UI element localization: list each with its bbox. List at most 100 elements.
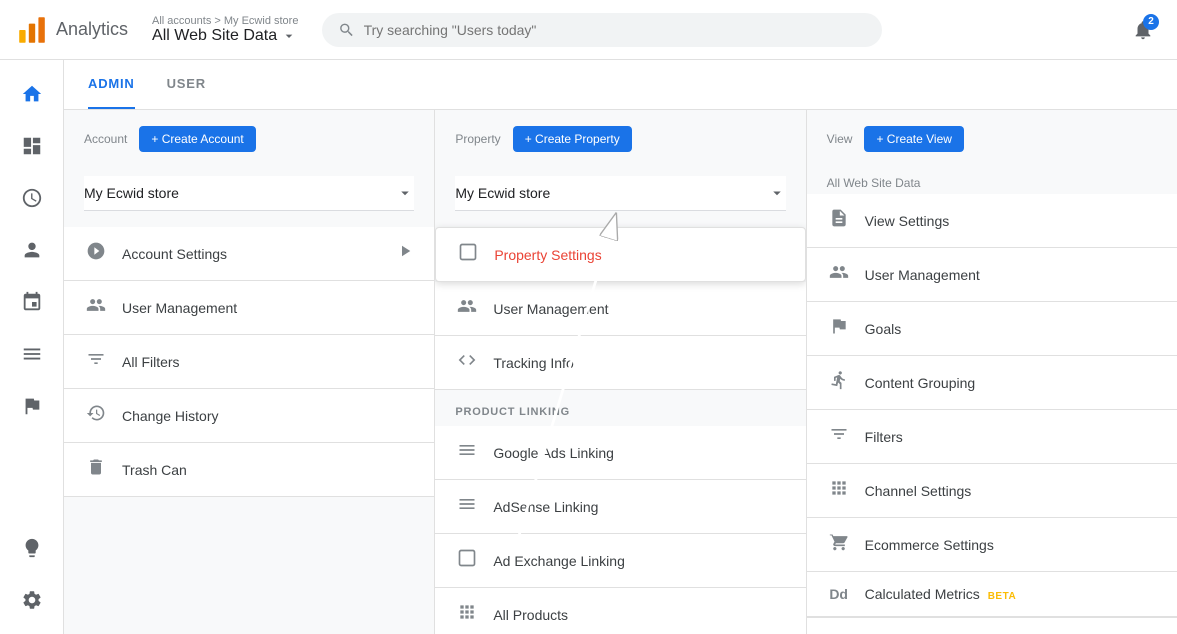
ad-exchange-label: Ad Exchange Linking [493, 553, 785, 569]
google-ads-label: Google Ads Linking [493, 445, 785, 461]
property-dropdown[interactable]: My Ecwid store [455, 176, 785, 211]
topbar-right: 2 [1125, 12, 1161, 48]
list-item[interactable]: AdSense Linking [435, 480, 805, 534]
sidebar-item-flag[interactable] [8, 382, 56, 430]
main-layout: ADMIN USER Account + Create Account My E… [0, 60, 1177, 634]
property-column-header: Property + Create Property [435, 110, 805, 168]
trash-can-icon [84, 457, 108, 482]
list-item[interactable]: Property Settings [435, 227, 805, 282]
account-settings-label: Account Settings [122, 246, 382, 262]
sidebar-item-lightbulb[interactable] [8, 524, 56, 572]
tracking-info-label: Tracking Info [493, 355, 785, 371]
notification-button[interactable]: 2 [1125, 12, 1161, 48]
list-item[interactable]: User Management [807, 248, 1177, 302]
notification-badge: 2 [1143, 14, 1159, 30]
account-list: Account Settings User Management [64, 227, 434, 497]
property-settings-icon [456, 242, 480, 267]
channel-settings-label: Channel Settings [865, 483, 1157, 499]
list-item[interactable]: Trash Can [64, 443, 434, 497]
account-dropdown-arrow-icon [396, 184, 414, 202]
personal-tools-header: PERSONAL TOOLS & ASSETS [807, 617, 1177, 634]
search-input[interactable] [364, 22, 867, 38]
main-content: ADMIN USER Account + Create Account My E… [64, 60, 1177, 634]
sidebar-item-conversions[interactable] [8, 278, 56, 326]
list-item[interactable]: All Products [435, 588, 805, 634]
list-item[interactable]: Tracking Info [435, 336, 805, 390]
list-item[interactable]: Filters [807, 410, 1177, 464]
all-products-label: All Products [493, 607, 785, 623]
channel-settings-icon [827, 478, 851, 503]
sidebar-item-settings[interactable] [8, 576, 56, 624]
create-property-button[interactable]: + Create Property [513, 126, 632, 152]
account-breadcrumb: All accounts > My Ecwid store [152, 15, 298, 27]
sidebar [0, 60, 64, 634]
sidebar-item-list[interactable] [8, 330, 56, 378]
list-item[interactable]: Goals [807, 302, 1177, 356]
ecommerce-settings-label: Ecommerce Settings [865, 537, 1157, 553]
content-grouping-label: Content Grouping [865, 375, 1157, 391]
search-icon [338, 21, 355, 39]
beta-badge: BETA [988, 591, 1016, 602]
property-settings-label: Property Settings [494, 247, 784, 263]
property-label: Property [455, 132, 500, 146]
list-item[interactable]: Content Grouping [807, 356, 1177, 410]
list-item[interactable]: View Settings [807, 194, 1177, 248]
account-settings-arrow-icon [396, 242, 414, 265]
tab-admin[interactable]: ADMIN [88, 60, 135, 109]
view-column-header: View + Create View [807, 110, 1177, 168]
list-item[interactable]: Ecommerce Settings [807, 518, 1177, 572]
goals-label: Goals [865, 321, 1157, 337]
account-selector[interactable]: All accounts > My Ecwid store All Web Si… [152, 15, 298, 45]
sidebar-item-user[interactable] [8, 226, 56, 274]
sidebar-item-clock[interactable] [8, 174, 56, 222]
view-selector-text: All Web Site Data [807, 168, 1177, 194]
trash-can-label: Trash Can [122, 462, 414, 478]
sidebar-item-home[interactable] [8, 70, 56, 118]
view-list: View Settings User Management Goals [807, 194, 1177, 634]
list-item[interactable]: Ad Exchange Linking [435, 534, 805, 588]
change-history-icon [84, 403, 108, 428]
topbar: Analytics All accounts > My Ecwid store … [0, 0, 1177, 60]
view-settings-label: View Settings [865, 213, 1157, 229]
tab-user[interactable]: USER [167, 60, 206, 109]
list-item[interactable]: User Management [435, 282, 805, 336]
all-filters-icon [84, 349, 108, 374]
account-dropdown[interactable]: My Ecwid store [84, 176, 414, 211]
account-dropdown-row: My Ecwid store [64, 168, 434, 227]
property-dropdown-arrow-icon [768, 184, 786, 202]
create-account-button[interactable]: + Create Account [139, 126, 255, 152]
view-user-mgmt-icon [827, 262, 851, 287]
create-view-button[interactable]: + Create View [864, 126, 964, 152]
property-dropdown-row: My Ecwid store [435, 168, 805, 227]
list-item[interactable]: Change History [64, 389, 434, 443]
calculated-metrics-icon: Dd [827, 586, 851, 602]
logo-text: Analytics [56, 19, 128, 40]
content-grouping-icon [827, 370, 851, 395]
list-item[interactable]: Channel Settings [807, 464, 1177, 518]
admin-tabs: ADMIN USER [64, 60, 1177, 110]
list-item[interactable]: Account Settings [64, 227, 434, 281]
account-name: All Web Site Data [152, 27, 298, 45]
list-item[interactable]: Google Ads Linking [435, 426, 805, 480]
dropdown-arrow-icon [281, 28, 297, 44]
search-bar[interactable] [322, 13, 882, 47]
property-column: Property + Create Property My Ecwid stor… [435, 110, 806, 634]
account-settings-icon [84, 241, 108, 266]
tracking-info-icon [455, 350, 479, 375]
admin-panel: Account + Create Account My Ecwid store … [64, 110, 1177, 634]
view-label: View [827, 132, 853, 146]
analytics-logo-icon [16, 14, 48, 46]
user-management-icon [84, 295, 108, 320]
view-filters-icon [827, 424, 851, 449]
list-item[interactable]: Dd Calculated Metrics BETA [807, 572, 1177, 617]
change-history-label: Change History [122, 408, 414, 424]
adsense-label: AdSense Linking [493, 499, 785, 515]
list-item[interactable]: User Management [64, 281, 434, 335]
sidebar-item-dashboard[interactable] [8, 122, 56, 170]
ecommerce-settings-icon [827, 532, 851, 557]
property-user-management-label: User Management [493, 301, 785, 317]
google-ads-icon [455, 440, 479, 465]
account-label: Account [84, 132, 127, 146]
list-item[interactable]: All Filters [64, 335, 434, 389]
calculated-metrics-label: Calculated Metrics BETA [865, 586, 1157, 602]
